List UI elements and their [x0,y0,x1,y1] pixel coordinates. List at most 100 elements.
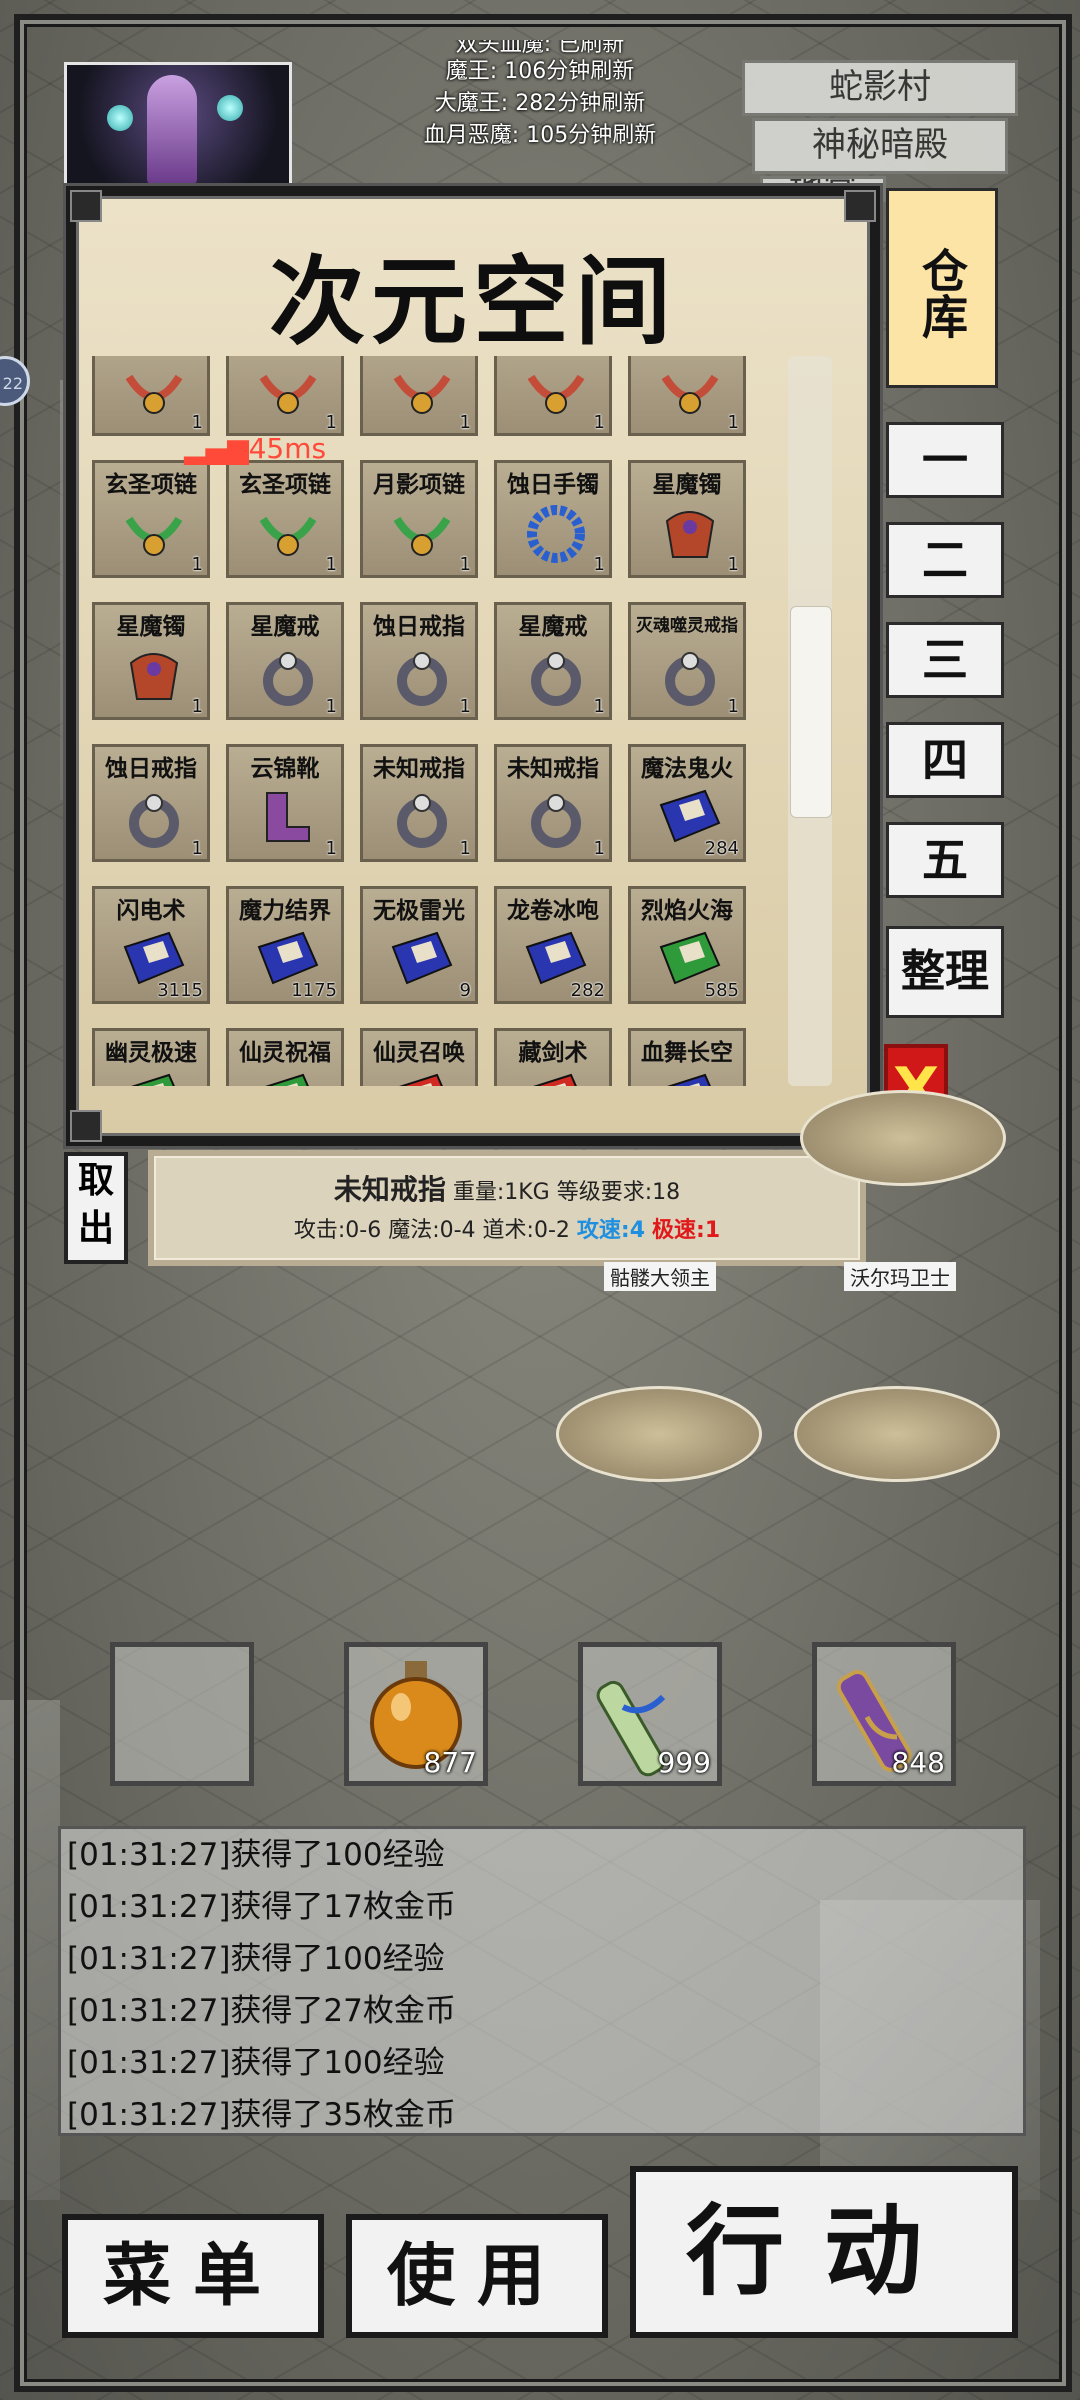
book-icon [391,931,453,985]
item-count: 1 [325,554,337,575]
quick-slot-2[interactable]: 877 [344,1642,488,1786]
message-log[interactable]: [01:31:27]获得了100经验 [01:31:27]获得了17枚金币 [0… [58,1826,1026,2136]
storage-item-slot[interactable]: 月影项链 1 [360,460,478,578]
amulet-icon [125,374,183,414]
storage-item-slot[interactable]: 1 [494,356,612,436]
storage-item-slot[interactable]: 云锦靴 1 [226,744,344,862]
storage-item-slot[interactable]: 1 [628,356,746,436]
item-count: 1 [593,554,605,575]
storage-item-slot[interactable]: 灭魂噬灵戒指 1 [628,602,746,720]
panel-corner [70,190,102,222]
necklace-icon [259,516,317,556]
take-out-button[interactable]: 取出 [64,1152,128,1264]
storage-item-slot[interactable]: 仙灵祝福40 [226,1028,344,1086]
storage-item-slot[interactable]: 无极雷光 9 [360,886,478,1004]
storage-item-slot[interactable]: 1 [92,356,210,436]
npc-label[interactable]: 骷髅大领主 [604,1262,716,1291]
gauntlet-icon [665,511,715,558]
item-name: 未知戒指 [373,756,465,782]
action-button[interactable]: 行动 [630,2166,1018,2338]
storage-item-slot[interactable]: 藏剑术3251 [494,1028,612,1086]
quick-slot-1[interactable] [110,1642,254,1786]
storage-item-slot[interactable]: 星魔戒 1 [494,602,612,720]
item-name: 玄圣项链 [239,472,331,498]
item-count: 1 [459,838,471,859]
storage-item-slot[interactable]: 闪电术 3115 [92,886,210,1004]
storage-item-slot[interactable]: 星魔镯 1 [628,460,746,578]
storage-item-slot[interactable]: 蚀日戒指 1 [92,744,210,862]
ping-indicator: ▂▄▆45ms [184,432,326,465]
item-count: 1 [593,838,605,859]
item-count: 1 [459,696,471,717]
storage-panel: 次元空间 1 1 1 1 1 玄圣项链 1 玄圣项链 1 月影项链 1 蚀日手镯 1 星魔… [66,186,880,1146]
amulet-icon [527,374,585,414]
book-icon [667,1073,711,1086]
storage-item-slot[interactable]: 未知戒指 1 [360,744,478,862]
item-count: 1 [325,838,337,859]
storage-item-slot[interactable]: 1 [360,356,478,436]
storage-item-slot[interactable]: 烈焰火海 585 [628,886,746,1004]
item-info-crit-speed: 极速:1 [652,1218,721,1243]
storage-item-slot[interactable]: 龙卷冰咆 282 [494,886,612,1004]
storage-item-slot[interactable]: 星魔镯 1 [92,602,210,720]
npc-label[interactable]: 沃尔玛卫士 [844,1262,956,1291]
item-name: 蚀日戒指 [105,756,197,782]
boss-timer: 双头血魔: 已刷新 [455,40,625,56]
storage-item-slot[interactable]: 玄圣项链 1 [226,460,344,578]
storage-item-slot[interactable]: 蚀日戒指 1 [360,602,478,720]
quick-slot-4[interactable]: 848 [812,1642,956,1786]
book-icon [131,1073,175,1086]
location-snake-village[interactable]: 蛇影村 [742,60,1018,116]
storage-item-slot[interactable]: 1 [226,356,344,436]
ring-icon [531,794,581,848]
player-portrait[interactable] [64,62,292,188]
item-name: 云锦靴 [250,756,320,782]
item-count: 1 [593,412,605,433]
item-name: 仙灵召唤 [373,1040,465,1066]
storage-tab[interactable]: 仓库 [886,188,998,388]
storage-item-slot[interactable]: 仙灵召唤530 [360,1028,478,1086]
log-line: [01:31:27]获得了100经验 [67,1837,445,1873]
storage-page-2[interactable]: 二 [886,522,1004,598]
storage-page-1[interactable]: 一 [886,422,1004,498]
storage-item-slot[interactable]: 蚀日手镯 1 [494,460,612,578]
monster-pad[interactable] [800,1090,1006,1186]
item-info-stats: 攻击:0-6 魔法:0-4 道术:0-2 [293,1218,570,1243]
wall-segment [0,1700,60,2200]
storage-page-5[interactable]: 五 [886,822,1004,898]
storage-page-3[interactable]: 三 [886,622,1004,698]
storage-page-4[interactable]: 四 [886,722,1004,798]
quick-slot-3[interactable]: 999 [578,1642,722,1786]
item-count: 1 [325,696,337,717]
item-name: 星魔镯 [116,614,186,640]
storage-item-slot[interactable]: 星魔戒 1 [226,602,344,720]
location-dark-hall[interactable]: 神秘暗殿 [752,118,1008,174]
signal-icon: ▂▄▆ [184,432,249,465]
item-name: 血舞长空 [641,1040,733,1066]
storage-item-slot[interactable]: 未知戒指 1 [494,744,612,862]
storage-item-slot[interactable]: 魔力结界 1175 [226,886,344,1004]
storage-item-slot[interactable]: 血舞长空280 [628,1028,746,1086]
monster-pad[interactable] [556,1386,762,1482]
book-icon [399,1073,443,1086]
log-line: [01:31:27]获得了17枚金币 [67,1889,456,1925]
monster-pad[interactable] [794,1386,1000,1482]
necklace-icon [125,516,183,556]
boots-icon [266,792,310,842]
boss-timers: 双头血魔: 已刷新 魔王: 106分钟刷新 大魔王: 282分钟刷新 血月恶魔:… [360,40,720,152]
item-name: 玄圣项链 [105,472,197,498]
item-count: 1 [191,696,203,717]
grid-scrollbar[interactable] [788,356,832,1086]
sort-button[interactable]: 整理 [886,926,1004,1018]
scrollbar-thumb[interactable] [790,606,832,818]
ring-icon [665,652,715,706]
item-info-atk-speed: 攻速:4 [576,1218,646,1243]
storage-item-slot[interactable]: 魔法鬼火 284 [628,744,746,862]
use-button[interactable]: 使用 [346,2214,608,2338]
storage-item-slot[interactable]: 幽灵极速3299 [92,1028,210,1086]
item-info-box: 未知戒指 重量:1KG 等级要求:18 攻击:0-6 魔法:0-4 道术:0-2… [148,1150,866,1266]
ring-icon [397,652,447,706]
storage-item-slot[interactable]: 玄圣项链 1 [92,460,210,578]
item-count: 1 [593,696,605,717]
menu-button[interactable]: 菜单 [62,2214,324,2338]
